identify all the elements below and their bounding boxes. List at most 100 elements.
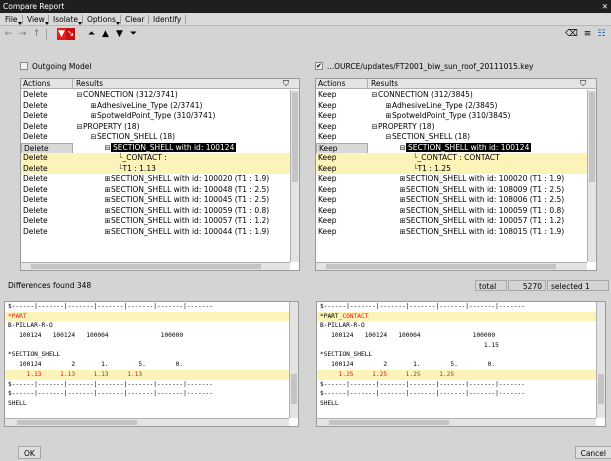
- tree-row[interactable]: Delete ⊟PROPERTY (18): [21, 122, 290, 133]
- tree-row[interactable]: Delete ⊟SECTION_SHELL (18): [21, 132, 290, 143]
- left-results-header[interactable]: Results: [74, 79, 289, 89]
- expand-toggle-icon[interactable]: ⊞: [399, 195, 406, 206]
- expand-toggle-icon[interactable]: ⊞: [104, 216, 111, 227]
- expand-toggle-icon[interactable]: ⊞: [90, 101, 97, 112]
- row-action[interactable]: Keep: [316, 90, 368, 101]
- tree-node-label[interactable]: SECTION_SHELL with id: 100057 (T1 : 1.2): [406, 216, 564, 225]
- expand-toggle-icon[interactable]: ⊞: [90, 111, 97, 122]
- tree-row[interactable]: Keep ⊟SECTION_SHELL (18): [316, 132, 587, 143]
- tree-row[interactable]: Keep ⊞SECTION_SHELL with id: 108009 (T1 :…: [316, 185, 587, 196]
- row-action[interactable]: Keep: [316, 174, 368, 185]
- expand-toggle-icon[interactable]: ⊟: [104, 143, 111, 154]
- close-icon[interactable]: ✕: [602, 0, 608, 13]
- expand-toggle-icon[interactable]: ⊞: [104, 174, 111, 185]
- next-difference-icon[interactable]: ▼: [113, 28, 126, 40]
- right-horizontal-scrollbar[interactable]: [316, 262, 587, 270]
- tree-row[interactable]: Delete ⊞SECTION_SHELL with id: 100059 (T1…: [21, 206, 290, 217]
- expand-toggle-icon[interactable]: ⊟: [371, 122, 378, 133]
- row-action[interactable]: Keep: [316, 206, 368, 217]
- row-action[interactable]: Keep: [316, 164, 368, 175]
- tree-row[interactable]: Keep └T1 : 1.25: [316, 163, 587, 175]
- tree-node-label[interactable]: SECTION_SHELL with id: 100059 (T1 : 0.8): [406, 206, 564, 215]
- tree-node-label[interactable]: SECTION_SHELL (18): [392, 132, 470, 141]
- tree-row[interactable]: Delete ⊞SECTION_SHELL with id: 100020 (T1…: [21, 174, 290, 185]
- tree-node-label[interactable]: SECTION_SHELL with id: 108015 (T1 : 1.9): [406, 227, 564, 236]
- tree-row[interactable]: Delete ⊞SpotweldPoint_Type (310/3741): [21, 111, 290, 122]
- row-action[interactable]: Delete: [21, 101, 73, 112]
- detail-view-icon[interactable]: ☷: [595, 28, 608, 40]
- row-action[interactable]: Keep: [316, 195, 368, 206]
- filter-icon[interactable]: ⛉: [580, 79, 586, 89]
- row-action[interactable]: Keep: [316, 185, 368, 196]
- tree-row[interactable]: Delete ⊞SECTION_SHELL with id: 100045 (T1…: [21, 195, 290, 206]
- tree-node-label[interactable]: SECTION_SHELL with id: 100048 (T1 : 2.5): [111, 185, 269, 194]
- tree-row[interactable]: Delete ⊞SECTION_SHELL with id: 100044 (T1…: [21, 227, 290, 238]
- tree-row[interactable]: Keep ⊞SECTION_SHELL with id: 100057 (T1 :…: [316, 216, 587, 227]
- tree-row[interactable]: Keep ⊟PROPERTY (18): [316, 122, 587, 133]
- expand-toggle-icon[interactable]: ⊟: [76, 90, 83, 101]
- menu-identify[interactable]: Identify: [150, 14, 184, 25]
- tree-row[interactable]: Delete └T1 : 1.13: [21, 163, 290, 174]
- tree-node-label[interactable]: SECTION_SHELL with id: 100044 (T1 : 1.9): [111, 227, 269, 236]
- tree-row[interactable]: Delete ⊞SECTION_SHELL with id: 100048 (T1…: [21, 185, 290, 196]
- row-action[interactable]: Delete: [21, 122, 73, 133]
- menu-options[interactable]: Options: [84, 14, 120, 25]
- menu-view[interactable]: View: [24, 14, 49, 25]
- tree-row[interactable]: Keep ⊟CONNECTION (312/3845): [316, 90, 587, 101]
- forward-icon[interactable]: →: [16, 28, 29, 40]
- row-action[interactable]: Delete: [21, 90, 73, 101]
- left-actions-header[interactable]: Actions: [21, 79, 73, 89]
- expand-toggle-icon[interactable]: ⊞: [399, 174, 406, 185]
- tree-node-label[interactable]: SECTION_SHELL with id: 100124: [111, 142, 237, 152]
- expand-toggle-icon[interactable]: ⊞: [399, 206, 406, 217]
- tree-row[interactable]: Keep └_CONTACT : CONTACT: [316, 153, 587, 164]
- tree-node-label[interactable]: SpotweldPoint_Type (310/3741): [97, 111, 215, 120]
- right-text-vertical-scrollbar[interactable]: [596, 302, 605, 418]
- tree-row[interactable]: Delete ⊟CONNECTION (312/3741): [21, 90, 290, 101]
- right-keyword-text-panel[interactable]: $------|-------|-------|-------|-------|…: [316, 301, 606, 427]
- left-horizontal-scrollbar[interactable]: [21, 262, 290, 270]
- expand-toggle-icon[interactable]: ⊟: [371, 90, 378, 101]
- tree-row[interactable]: Keep ⊞SpotweldPoint_Type (310/3845): [316, 111, 587, 122]
- tree-node-label[interactable]: SECTION_SHELL with id: 108006 (T1 : 2.5): [406, 195, 564, 204]
- tree-node-label[interactable]: SECTION_SHELL with id: 108009 (T1 : 2.5): [406, 185, 564, 194]
- expand-toggle-icon[interactable]: ⊞: [104, 185, 111, 196]
- left-vertical-scrollbar[interactable]: [290, 90, 299, 262]
- expand-toggle-icon[interactable]: ⊟: [399, 143, 406, 154]
- expand-toggle-icon[interactable]: ⊞: [399, 216, 406, 227]
- filter-toggle-icon[interactable]: ↘: [66, 28, 75, 40]
- row-action[interactable]: Delete: [21, 132, 73, 143]
- expand-toggle-icon[interactable]: ⊞: [399, 227, 406, 238]
- tree-node-label[interactable]: SECTION_SHELL with id: 100059 (T1 : 0.8): [111, 206, 269, 215]
- expand-toggle-icon[interactable]: ⊞: [399, 185, 406, 196]
- tree-row[interactable]: Delete ⊟ SECTION_SHELL with id: 100124: [21, 142, 290, 155]
- left-model-checkbox[interactable]: [20, 62, 28, 70]
- back-icon[interactable]: ←: [2, 28, 15, 40]
- right-model-checkbox[interactable]: [315, 60, 323, 72]
- previous-difference-icon[interactable]: ▲: [99, 28, 112, 40]
- tree-row[interactable]: Keep ⊞SECTION_SHELL with id: 108006 (T1 :…: [316, 195, 587, 206]
- tree-node-label[interactable]: SECTION_SHELL with id: 100057 (T1 : 1.2): [111, 216, 269, 225]
- expand-toggle-icon[interactable]: ⊞: [385, 101, 392, 112]
- tree-node-label[interactable]: CONNECTION (312/3845): [378, 90, 473, 99]
- expand-toggle-icon[interactable]: ⊟: [76, 122, 83, 133]
- left-results-tree[interactable]: Actions Results ⛉ Delete ⊟CONNECTION (312…: [20, 78, 300, 271]
- tree-node-label[interactable]: SECTION_SHELL (18): [97, 132, 175, 141]
- tree-node-label[interactable]: PROPERTY (18): [83, 122, 140, 131]
- first-difference-icon[interactable]: ⏶: [85, 28, 98, 40]
- tree-node-label[interactable]: SpotweldPoint_Type (310/3845): [392, 111, 510, 120]
- expand-toggle-icon[interactable]: ⊟: [385, 132, 392, 143]
- row-action[interactable]: Keep: [316, 122, 368, 133]
- tree-node-label[interactable]: SECTION_SHELL with id: 100045 (T1 : 2.5): [111, 195, 269, 204]
- row-action[interactable]: Delete: [21, 111, 73, 122]
- row-action[interactable]: Keep: [316, 216, 368, 227]
- tree-node-label[interactable]: CONNECTION (312/3741): [83, 90, 178, 99]
- tree-node-label[interactable]: AdhesiveLine_Type (2/3741): [97, 101, 202, 110]
- tree-row[interactable]: Delete └_CONTACT :: [21, 153, 290, 164]
- expand-toggle-icon[interactable]: ⊞: [104, 227, 111, 238]
- tree-node-label[interactable]: SECTION_SHELL with id: 100020 (T1 : 1.9): [406, 174, 564, 183]
- left-keyword-text-panel[interactable]: $------|-------|-------|-------|-------|…: [4, 301, 299, 427]
- last-difference-icon[interactable]: ⏷: [127, 28, 140, 40]
- row-action[interactable]: Delete: [21, 206, 73, 217]
- tree-row[interactable]: Keep ⊞SECTION_SHELL with id: 108015 (T1 :…: [316, 227, 587, 238]
